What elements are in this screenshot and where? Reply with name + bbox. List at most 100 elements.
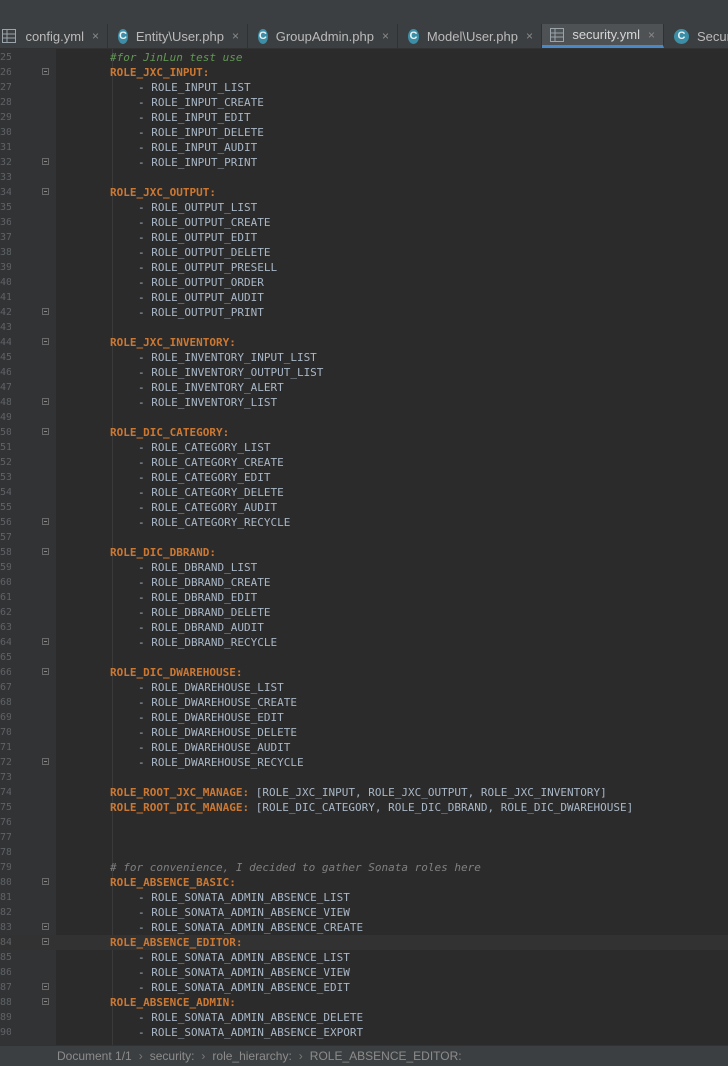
fold-marker-icon[interactable] xyxy=(42,68,49,75)
code-line[interactable]: 43 xyxy=(0,320,728,335)
code-line[interactable]: 41 - ROLE_OUTPUT_AUDIT xyxy=(0,290,728,305)
code-line[interactable]: 53 - ROLE_CATEGORY_EDIT xyxy=(0,470,728,485)
fold-marker-icon[interactable] xyxy=(42,158,49,165)
code-line[interactable]: 64 - ROLE_DBRAND_RECYCLE xyxy=(0,635,728,650)
code-line[interactable]: 50 ROLE_DIC_CATEGORY: xyxy=(0,425,728,440)
code-line[interactable]: 81 - ROLE_SONATA_ADMIN_ABSENCE_LIST xyxy=(0,890,728,905)
fold-marker-icon[interactable] xyxy=(42,548,49,555)
close-tab-icon[interactable]: × xyxy=(526,29,533,43)
code-line[interactable]: 72 - ROLE_DWAREHOUSE_RECYCLE xyxy=(0,755,728,770)
tab-securi[interactable]: C Securi xyxy=(664,24,728,48)
fold-marker-icon[interactable] xyxy=(42,983,49,990)
code-line[interactable]: 46 - ROLE_INVENTORY_OUTPUT_LIST xyxy=(0,365,728,380)
code-line[interactable]: 90 - ROLE_SONATA_ADMIN_ABSENCE_EXPORT xyxy=(0,1025,728,1040)
code-line[interactable]: 79 # for convenience, I decided to gather… xyxy=(0,860,728,875)
code-line[interactable]: 30 - ROLE_INPUT_DELETE xyxy=(0,125,728,140)
tab-entity-user-php[interactable]: C Entity\User.php × xyxy=(108,24,248,48)
code-line[interactable]: 38 - ROLE_OUTPUT_DELETE xyxy=(0,245,728,260)
code-line[interactable]: 62 - ROLE_DBRAND_DELETE xyxy=(0,605,728,620)
code-line[interactable]: 57 xyxy=(0,530,728,545)
close-tab-icon[interactable]: × xyxy=(92,29,99,43)
close-tab-icon[interactable]: × xyxy=(232,29,239,43)
code-line[interactable]: 39 - ROLE_OUTPUT_PRESELL xyxy=(0,260,728,275)
code-line[interactable]: 80 ROLE_ABSENCE_BASIC: xyxy=(0,875,728,890)
code-line[interactable]: 27 - ROLE_INPUT_LIST xyxy=(0,80,728,95)
close-tab-icon[interactable]: × xyxy=(382,29,389,43)
code-line[interactable]: 63 - ROLE_DBRAND_AUDIT xyxy=(0,620,728,635)
fold-marker-icon[interactable] xyxy=(42,938,49,945)
code-line[interactable]: 44 ROLE_JXC_INVENTORY: xyxy=(0,335,728,350)
breadcrumb-item[interactable]: security: xyxy=(150,1049,195,1063)
code-line[interactable]: 36 - ROLE_OUTPUT_CREATE xyxy=(0,215,728,230)
code-line[interactable]: 86 - ROLE_SONATA_ADMIN_ABSENCE_VIEW xyxy=(0,965,728,980)
code-line[interactable]: 58 ROLE_DIC_DBRAND: xyxy=(0,545,728,560)
fold-marker-icon[interactable] xyxy=(42,668,49,675)
code-line[interactable]: 37 - ROLE_OUTPUT_EDIT xyxy=(0,230,728,245)
code-line[interactable]: 25 #for JinLun test use xyxy=(0,50,728,65)
fold-marker-icon[interactable] xyxy=(42,398,49,405)
fold-marker-icon[interactable] xyxy=(42,188,49,195)
code-line[interactable]: 59 - ROLE_DBRAND_LIST xyxy=(0,560,728,575)
code-line[interactable]: 42 - ROLE_OUTPUT_PRINT xyxy=(0,305,728,320)
fold-marker-icon[interactable] xyxy=(42,428,49,435)
code-line[interactable]: 49 xyxy=(0,410,728,425)
code-line[interactable]: 87 - ROLE_SONATA_ADMIN_ABSENCE_EDIT xyxy=(0,980,728,995)
code-line[interactable]: 56 - ROLE_CATEGORY_RECYCLE xyxy=(0,515,728,530)
fold-marker-icon[interactable] xyxy=(42,923,49,930)
code-line[interactable]: 40 - ROLE_OUTPUT_ORDER xyxy=(0,275,728,290)
tab-config-yml[interactable]: config.yml × xyxy=(0,24,108,48)
code-line[interactable]: 76 xyxy=(0,815,728,830)
code-line[interactable]: 45 - ROLE_INVENTORY_INPUT_LIST xyxy=(0,350,728,365)
tab-model-user-php[interactable]: C Model\User.php × xyxy=(398,24,542,48)
code-line[interactable]: 32 - ROLE_INPUT_PRINT xyxy=(0,155,728,170)
code-line[interactable]: 75 ROLE_ROOT_DIC_MANAGE: [ROLE_DIC_CATEGO… xyxy=(0,800,728,815)
code-line[interactable]: 88 ROLE_ABSENCE_ADMIN: xyxy=(0,995,728,1010)
code-line[interactable]: 34 ROLE_JXC_OUTPUT: xyxy=(0,185,728,200)
code-line[interactable]: 68 - ROLE_DWAREHOUSE_CREATE xyxy=(0,695,728,710)
code-line[interactable]: 31 - ROLE_INPUT_AUDIT xyxy=(0,140,728,155)
breadcrumb-item[interactable]: Document 1/1 xyxy=(57,1049,132,1063)
code-line[interactable]: 55 - ROLE_CATEGORY_AUDIT xyxy=(0,500,728,515)
fold-marker-icon[interactable] xyxy=(42,518,49,525)
fold-marker-icon[interactable] xyxy=(42,998,49,1005)
code-line[interactable]: 54 - ROLE_CATEGORY_DELETE xyxy=(0,485,728,500)
fold-marker-icon[interactable] xyxy=(42,338,49,345)
breadcrumb-item[interactable]: ROLE_ABSENCE_EDITOR: xyxy=(310,1049,462,1063)
code-line[interactable]: 77 xyxy=(0,830,728,845)
code-line[interactable]: 74 ROLE_ROOT_JXC_MANAGE: [ROLE_JXC_INPUT,… xyxy=(0,785,728,800)
code-line[interactable]: 48 - ROLE_INVENTORY_LIST xyxy=(0,395,728,410)
fold-marker-icon[interactable] xyxy=(42,308,49,315)
code-line[interactable]: 51 - ROLE_CATEGORY_LIST xyxy=(0,440,728,455)
tab-security-yml[interactable]: security.yml × xyxy=(542,24,664,48)
code-line[interactable]: 26 ROLE_JXC_INPUT: xyxy=(0,65,728,80)
code-line[interactable]: 66 ROLE_DIC_DWAREHOUSE: xyxy=(0,665,728,680)
breadcrumb-item[interactable]: role_hierarchy: xyxy=(212,1049,291,1063)
code-line[interactable]: 61 - ROLE_DBRAND_EDIT xyxy=(0,590,728,605)
code-line[interactable]: 35 - ROLE_OUTPUT_LIST xyxy=(0,200,728,215)
code-line[interactable]: 70 - ROLE_DWAREHOUSE_DELETE xyxy=(0,725,728,740)
tab-groupadmin-php[interactable]: C GroupAdmin.php × xyxy=(248,24,398,48)
code-line[interactable]: 69 - ROLE_DWAREHOUSE_EDIT xyxy=(0,710,728,725)
code-line[interactable]: 82 - ROLE_SONATA_ADMIN_ABSENCE_VIEW xyxy=(0,905,728,920)
yaml-list-item: - ROLE_OUTPUT_LIST xyxy=(138,201,258,214)
fold-marker-icon[interactable] xyxy=(42,758,49,765)
code-line[interactable]: 60 - ROLE_DBRAND_CREATE xyxy=(0,575,728,590)
code-line[interactable]: 89 - ROLE_SONATA_ADMIN_ABSENCE_DELETE xyxy=(0,1010,728,1025)
close-tab-icon[interactable]: × xyxy=(648,28,655,42)
fold-marker-icon[interactable] xyxy=(42,638,49,645)
code-line[interactable]: 33 xyxy=(0,170,728,185)
code-line[interactable]: 47 - ROLE_INVENTORY_ALERT xyxy=(0,380,728,395)
code-line[interactable]: 29 - ROLE_INPUT_EDIT xyxy=(0,110,728,125)
fold-marker-icon[interactable] xyxy=(42,878,49,885)
code-line[interactable]: 67 - ROLE_DWAREHOUSE_LIST xyxy=(0,680,728,695)
code-line[interactable]: 84 ROLE_ABSENCE_EDITOR: xyxy=(0,935,728,950)
code-editor[interactable]: 25 #for JinLun test use 26 ROLE_JXC_INPUT: 2… xyxy=(0,49,728,1045)
code-line[interactable]: 73 xyxy=(0,770,728,785)
code-line[interactable]: 65 xyxy=(0,650,728,665)
code-line[interactable]: 28 - ROLE_INPUT_CREATE xyxy=(0,95,728,110)
code-line[interactable]: 83 - ROLE_SONATA_ADMIN_ABSENCE_CREATE xyxy=(0,920,728,935)
code-line[interactable]: 85 - ROLE_SONATA_ADMIN_ABSENCE_LIST xyxy=(0,950,728,965)
code-line[interactable]: 78 xyxy=(0,845,728,860)
code-line[interactable]: 52 - ROLE_CATEGORY_CREATE xyxy=(0,455,728,470)
code-line[interactable]: 71 - ROLE_DWAREHOUSE_AUDIT xyxy=(0,740,728,755)
